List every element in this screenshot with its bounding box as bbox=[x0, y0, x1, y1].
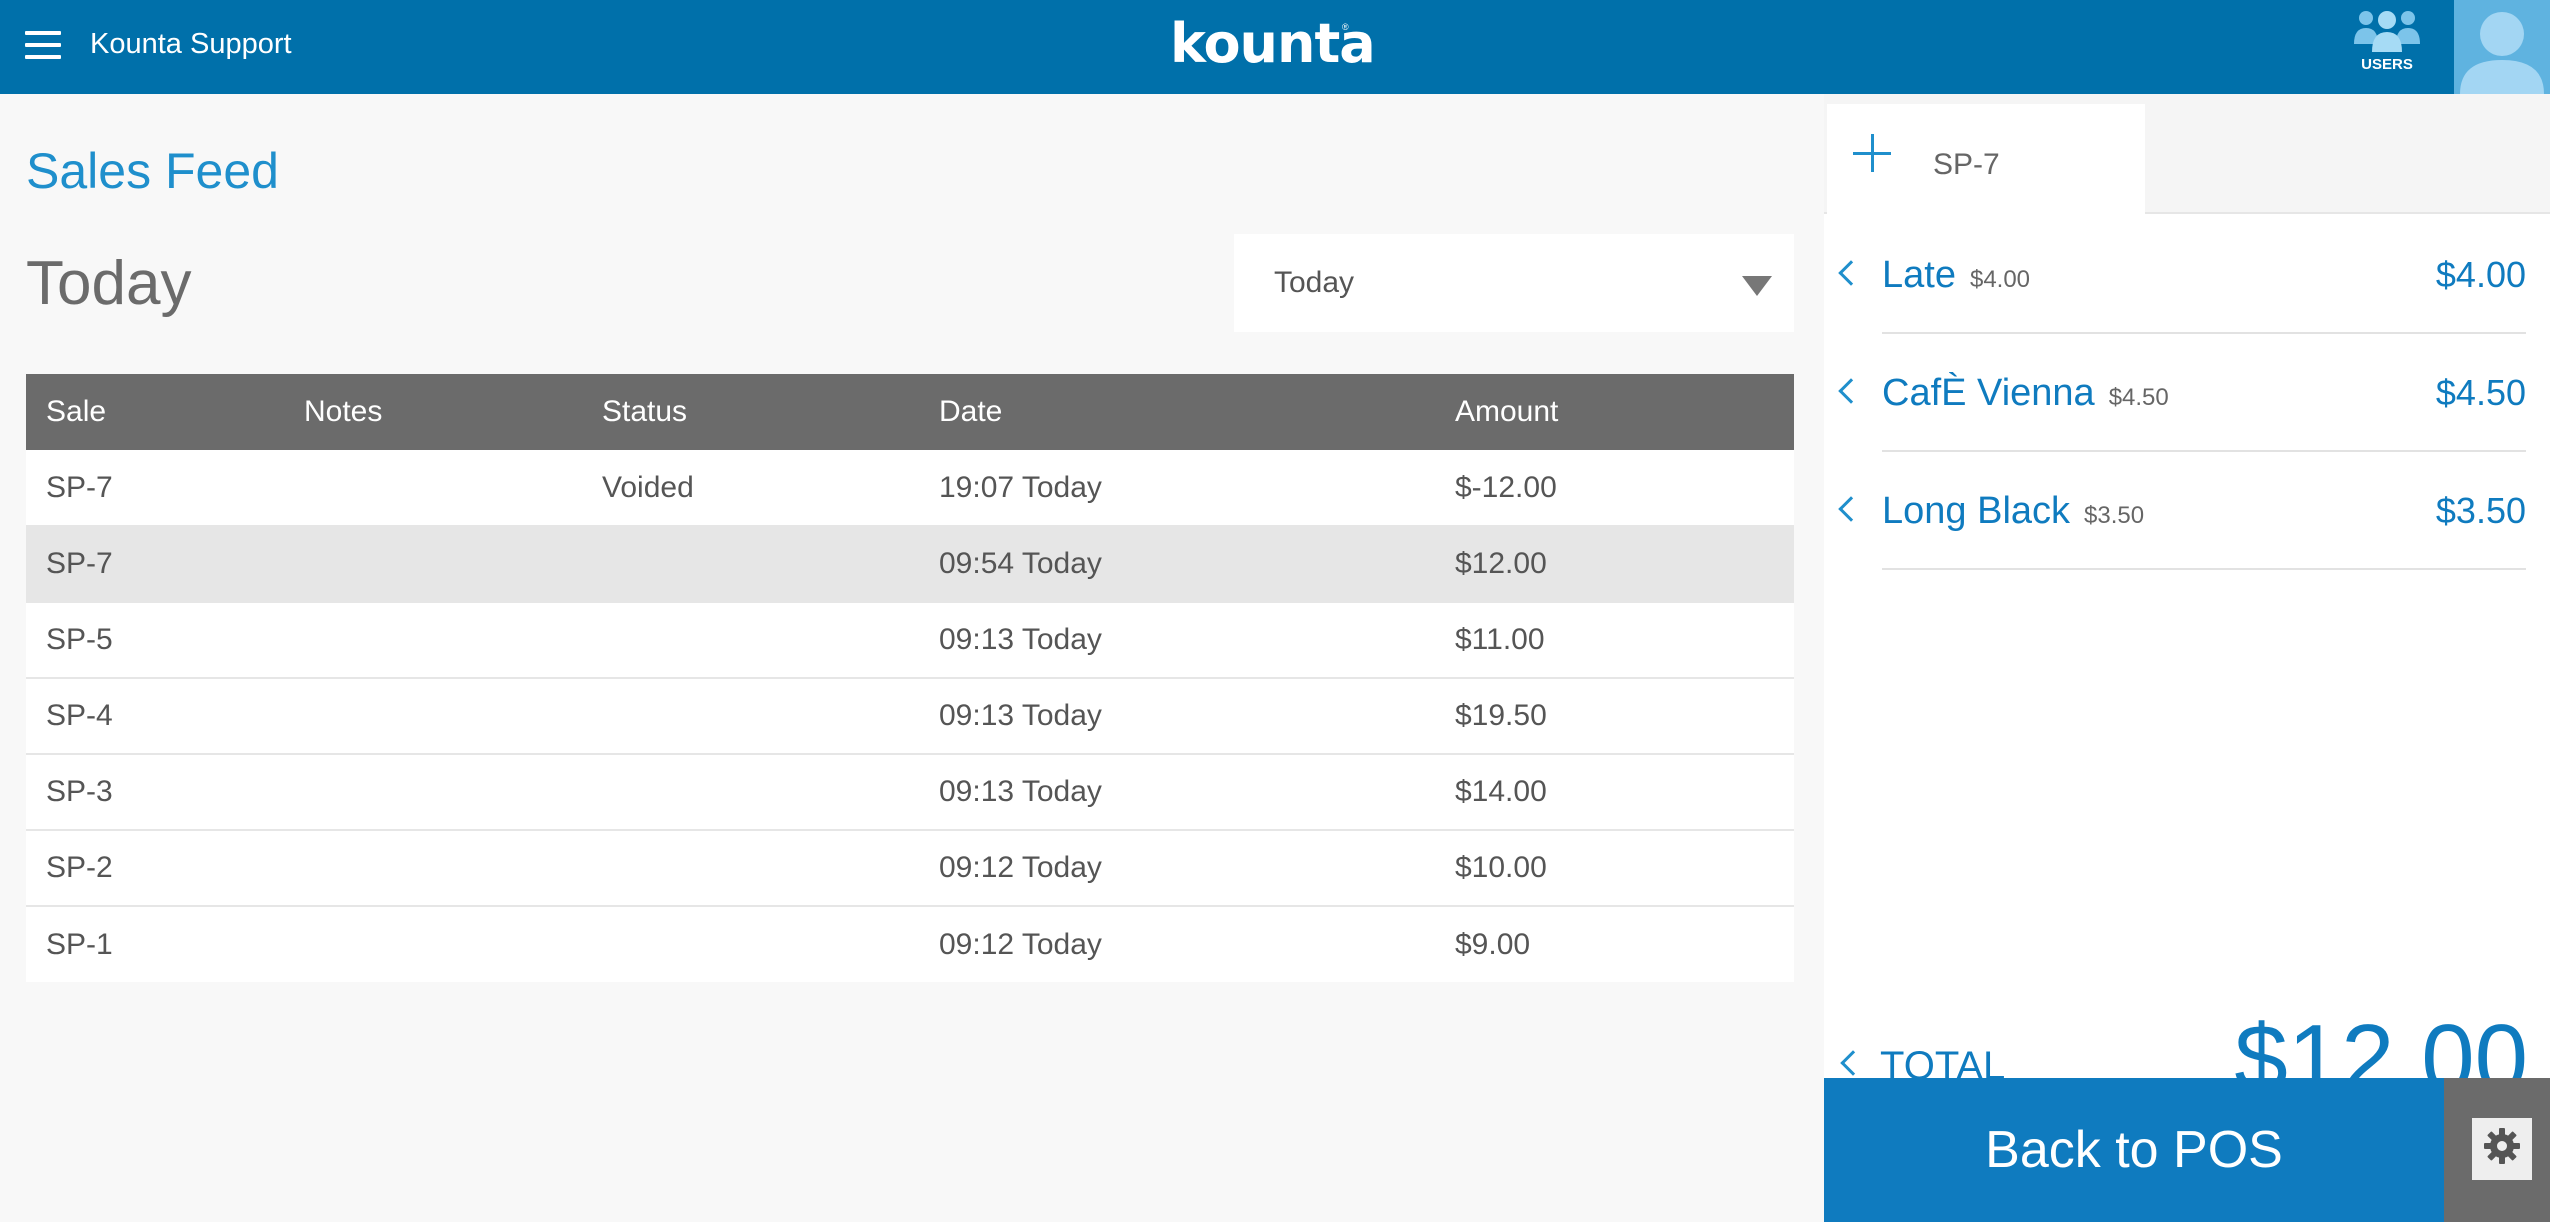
line-item-name-text: CafÈ Vienna bbox=[1882, 372, 2095, 414]
cell-notes bbox=[284, 526, 582, 603]
cell-amount: $12.00 bbox=[1435, 526, 1794, 603]
cell-status bbox=[582, 602, 919, 679]
plus-icon[interactable] bbox=[1853, 134, 1891, 172]
cell-sale: SP-7 bbox=[26, 450, 284, 527]
line-item-price: $4.50 bbox=[2435, 372, 2526, 413]
chevron-left-icon bbox=[1838, 378, 1864, 404]
cell-status bbox=[582, 906, 919, 982]
line-item[interactable]: Long Black $3.50 $3.50 bbox=[1824, 452, 2550, 570]
cell-notes bbox=[284, 450, 582, 527]
period-select[interactable]: Today bbox=[1234, 234, 1794, 332]
cell-date: 09:13 Today bbox=[919, 678, 1435, 755]
table-row[interactable]: SP-4 09:13 Today $19.50 bbox=[26, 678, 1794, 755]
cell-status bbox=[582, 754, 919, 831]
line-item-unit-price: $4.00 bbox=[1969, 266, 2031, 293]
line-item-price: $3.50 bbox=[2435, 490, 2526, 531]
caret-down-icon bbox=[1742, 276, 1772, 296]
line-item-name: Long Black $3.50 bbox=[1882, 490, 2144, 533]
logo-trademark: ® bbox=[1342, 22, 1349, 32]
cell-amount: $14.00 bbox=[1435, 754, 1794, 831]
line-item-unit-price: $3.50 bbox=[2084, 502, 2145, 529]
table-row[interactable]: SP-7 Voided 19:07 Today $-12.00 bbox=[26, 450, 1794, 527]
cell-status bbox=[582, 526, 919, 603]
cell-sale: SP-7 bbox=[26, 526, 284, 603]
cell-notes bbox=[284, 906, 582, 982]
users-button[interactable]: USERS bbox=[2352, 6, 2422, 73]
sale-detail-panel: SP-7 Late $4.00 $4.00 CafÈ Vienna $4.50 $4.50… bbox=[1824, 94, 2550, 1222]
chevron-left-icon bbox=[1838, 260, 1864, 286]
panel-tab-bar: SP-7 bbox=[1824, 94, 2550, 214]
cell-notes bbox=[284, 830, 582, 907]
line-item-name: CafÈ Vienna $4.50 bbox=[1882, 372, 2169, 415]
cell-sale: SP-2 bbox=[26, 830, 284, 907]
chevron-left-icon bbox=[1840, 1050, 1866, 1076]
line-item-name-text: Long Black bbox=[1882, 490, 2071, 532]
table-row[interactable]: SP-7 09:54 Today $12.00 bbox=[26, 526, 1794, 603]
gear-icon bbox=[2484, 1128, 2520, 1164]
sale-tab[interactable]: SP-7 bbox=[1827, 104, 2145, 214]
table-row[interactable]: SP-3 09:13 Today $14.00 bbox=[26, 754, 1794, 831]
sale-tab-code: SP-7 bbox=[1933, 148, 2000, 181]
sales-table: Sale Notes Status Date Amount SP-7 Voided… bbox=[26, 374, 1794, 982]
table-row[interactable]: SP-1 09:12 Today $9.00 bbox=[26, 906, 1794, 982]
cell-date: 09:12 Today bbox=[939, 927, 1102, 961]
table-header-row: Sale Notes Status Date Amount bbox=[26, 374, 1794, 450]
line-item-divider bbox=[1882, 568, 2526, 570]
cell-amount: $10.00 bbox=[1435, 830, 1794, 907]
period-select-value: Today bbox=[1274, 266, 1355, 299]
table-row[interactable]: SP-2 09:12 Today $10.00 bbox=[26, 830, 1794, 907]
line-item-name-text: Late bbox=[1882, 254, 1956, 296]
cell-status: Voided bbox=[582, 450, 919, 527]
cell-sale: SP-4 bbox=[26, 678, 284, 755]
cell-notes bbox=[284, 602, 582, 679]
sales-table-body: SP-7 Voided 19:07 Today $-12.00 SP-7 09:54 To… bbox=[26, 450, 1794, 982]
receipt-settings-button[interactable] bbox=[2444, 1078, 2550, 1222]
table-row[interactable]: SP-5 09:13 Today $11.00 bbox=[26, 602, 1794, 679]
cell-sale: SP-5 bbox=[26, 602, 284, 679]
column-header-sale[interactable]: Sale bbox=[26, 374, 284, 450]
line-item-name: Late $4.00 bbox=[1882, 254, 2030, 297]
cell-sale: SP-3 bbox=[26, 754, 284, 831]
total-row[interactable]: TOTAL $12.00 bbox=[1824, 954, 2550, 1112]
cell-amount: $19.50 bbox=[1435, 678, 1794, 755]
hamburger-icon[interactable] bbox=[25, 31, 61, 59]
line-item-unit-price: $4.50 bbox=[2108, 384, 2169, 411]
chevron-left-icon bbox=[1838, 496, 1864, 522]
cell-date: 09:13 Today bbox=[919, 754, 1435, 831]
cell-status bbox=[582, 678, 919, 755]
cell-date: 09:13 Today bbox=[919, 602, 1435, 679]
cell-sale: SP-1 bbox=[46, 927, 113, 961]
cell-notes bbox=[284, 754, 582, 831]
line-item-price: $4.00 bbox=[2435, 254, 2526, 295]
line-item[interactable]: Late $4.00 $4.00 bbox=[1824, 216, 2550, 334]
column-header-date[interactable]: Date bbox=[919, 374, 1435, 450]
cell-date: 09:54 Today bbox=[919, 526, 1435, 603]
cell-date: 09:12 Today bbox=[919, 830, 1435, 907]
cell-amount: $-12.00 bbox=[1435, 450, 1794, 527]
cell-amount: $9.00 bbox=[1455, 927, 1531, 961]
cell-amount: $11.00 bbox=[1435, 602, 1794, 679]
back-to-pos-button[interactable]: Back to POS bbox=[1824, 1078, 2444, 1222]
top-bar: Kounta Support kounta ® USERS bbox=[0, 0, 2550, 94]
cell-date: 19:07 Today bbox=[919, 450, 1435, 527]
column-header-amount[interactable]: Amount bbox=[1435, 374, 1794, 450]
avatar[interactable] bbox=[2454, 0, 2550, 94]
cell-notes bbox=[284, 678, 582, 755]
avatar-icon bbox=[2460, 12, 2544, 94]
app-title: Kounta Support bbox=[90, 28, 292, 60]
users-label: USERS bbox=[2361, 56, 2413, 73]
users-icon bbox=[2354, 11, 2420, 52]
period-title: Today bbox=[26, 249, 192, 318]
page-title: Sales Feed bbox=[26, 143, 279, 199]
line-item[interactable]: CafÈ Vienna $4.50 $4.50 bbox=[1824, 334, 2550, 452]
column-header-notes[interactable]: Notes bbox=[284, 374, 582, 450]
column-header-status[interactable]: Status bbox=[582, 374, 919, 450]
cell-status bbox=[582, 830, 919, 907]
